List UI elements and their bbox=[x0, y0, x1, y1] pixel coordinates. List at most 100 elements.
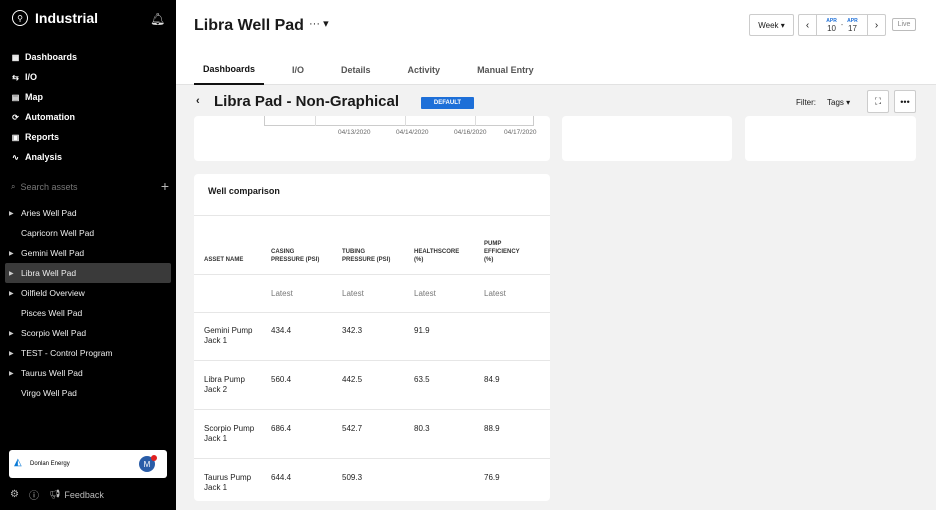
caret-right-icon[interactable]: ▶ bbox=[9, 210, 21, 217]
caret-right-icon[interactable]: ▶ bbox=[9, 250, 21, 257]
live-button[interactable]: Live bbox=[892, 18, 916, 31]
gear-icon[interactable]: ⚙ bbox=[10, 489, 19, 500]
dashboard-title[interactable]: Libra Pad - Non-Graphical bbox=[214, 93, 399, 110]
bell-icon[interactable]: 🔔︎ bbox=[150, 12, 165, 26]
asset-name-cell[interactable]: Taurus Pump Jack 1 bbox=[204, 473, 251, 493]
filter-label: Filter: bbox=[796, 98, 816, 107]
search-input[interactable] bbox=[20, 182, 141, 192]
column-header[interactable]: TUBING PRESSURE (PSI) bbox=[342, 248, 390, 264]
asset-item-libra[interactable]: ▶ Libra Well Pad bbox=[5, 263, 171, 283]
more-icon: ··· bbox=[309, 18, 320, 30]
tab-details[interactable]: Details bbox=[332, 55, 380, 85]
sidebar-footer: ⚙ ⓘ 📢︎ Feedback bbox=[10, 487, 104, 502]
default-badge: DEFAULT bbox=[421, 97, 474, 109]
date-end-day: 17 bbox=[848, 24, 857, 33]
well-comparison-card: Well comparison ASSET NAME CASING PRESSUR… bbox=[194, 174, 550, 501]
title-menu[interactable]: ··· ▾ bbox=[309, 17, 329, 30]
column-header[interactable]: PUMP EFFICIENCY (%) bbox=[484, 240, 520, 264]
asset-item-aries[interactable]: ▶ Aries Well Pad bbox=[5, 203, 171, 223]
caret-right-icon[interactable]: ▶ bbox=[9, 330, 21, 337]
tubing-cell: 442.5 bbox=[342, 375, 363, 384]
nav-item-analysis[interactable]: ∿ Analysis bbox=[11, 147, 77, 167]
aggregation-label: Latest bbox=[342, 289, 364, 298]
reports-icon: ▣ bbox=[11, 132, 20, 142]
column-header-line: (%) bbox=[414, 257, 424, 263]
chart-gridline bbox=[405, 116, 406, 126]
chevron-right-icon[interactable]: › bbox=[868, 15, 885, 35]
map-icon: ▤ bbox=[11, 92, 20, 102]
asset-name-line: Gemini Pump bbox=[204, 326, 253, 335]
asset-item-oilfield[interactable]: ▶ Oilfield Overview bbox=[5, 283, 171, 303]
io-icon: ⇆ bbox=[12, 72, 19, 82]
chart-gridline bbox=[475, 116, 476, 126]
tab-dashboards[interactable]: Dashboards bbox=[194, 55, 265, 85]
nav-item-dashboards[interactable]: ▦ Dashboards bbox=[11, 47, 77, 67]
column-header[interactable]: ASSET NAME bbox=[204, 256, 243, 264]
asset-tree: ▶ Aries Well Pad Capricorn Well Pad ▶ Gemi… bbox=[5, 203, 171, 403]
period-select[interactable]: Week ▾ bbox=[749, 14, 794, 36]
chevron-down-icon: ▾ bbox=[780, 20, 785, 30]
column-header[interactable]: HEALTHSCORE (%) bbox=[414, 248, 459, 264]
tab-io[interactable]: I/O bbox=[283, 55, 313, 85]
asset-item-virgo[interactable]: Virgo Well Pad bbox=[5, 383, 171, 403]
brand[interactable]: ⚲ Industrial bbox=[12, 10, 98, 26]
nav-item-io[interactable]: ⇆ I/O bbox=[11, 67, 77, 87]
caret-right-icon[interactable]: ▶ bbox=[9, 290, 21, 297]
asset-item-capricorn[interactable]: Capricorn Well Pad bbox=[5, 223, 171, 243]
tab-manual-entry[interactable]: Manual Entry bbox=[468, 55, 543, 85]
sidebar: ⚲ Industrial 🔔︎ ▦ Dashboards ⇆ I/O ▤ Map ⟳ A… bbox=[0, 0, 176, 510]
chevron-left-icon[interactable]: ‹ bbox=[799, 15, 816, 35]
org-switcher[interactable]: ◭ Donlan Energy M bbox=[9, 450, 167, 478]
date-start-day: 10 bbox=[827, 24, 836, 33]
asset-item-gemini[interactable]: ▶ Gemini Well Pad bbox=[5, 243, 171, 263]
asset-name-cell[interactable]: Gemini Pump Jack 1 bbox=[204, 326, 252, 346]
chevron-left-icon[interactable]: ‹ bbox=[196, 95, 200, 107]
fullscreen-button[interactable]: ⛶ bbox=[867, 90, 889, 113]
caret-right-icon[interactable]: ▶ bbox=[9, 370, 21, 377]
asset-name-line: Jack 2 bbox=[204, 385, 228, 394]
asset-name-line: Taurus Pump bbox=[204, 473, 252, 482]
caret-right-icon[interactable]: ▶ bbox=[9, 350, 21, 357]
tubing-cell: 542.7 bbox=[342, 424, 363, 433]
add-icon[interactable]: + bbox=[161, 179, 169, 193]
asset-name-cell[interactable]: Scorpio Pump Jack 1 bbox=[204, 424, 254, 444]
asset-item-test[interactable]: ▶ TEST - Control Program bbox=[5, 343, 171, 363]
column-header-line: TUBING bbox=[342, 249, 365, 255]
asset-item-taurus[interactable]: ▶ Taurus Well Pad bbox=[5, 363, 171, 383]
fullscreen-icon: ⛶ bbox=[874, 96, 882, 106]
nav-item-reports[interactable]: ▣ Reports bbox=[11, 127, 77, 147]
more-button[interactable]: ••• bbox=[894, 90, 916, 113]
divider bbox=[194, 409, 550, 410]
date-range[interactable]: APR 10 - APR 17 bbox=[816, 15, 868, 35]
x-tick-label: 04/17/2020 bbox=[504, 129, 537, 136]
asset-name-line: Libra Pump bbox=[204, 375, 245, 384]
tubing-cell: 509.3 bbox=[342, 473, 363, 482]
caret-right-icon[interactable]: ▶ bbox=[9, 270, 21, 277]
x-tick-label: 04/14/2020 bbox=[396, 129, 429, 136]
widget-card bbox=[745, 116, 916, 161]
asset-item-pisces[interactable]: Pisces Well Pad bbox=[5, 303, 171, 323]
asset-item-scorpio[interactable]: ▶ Scorpio Well Pad bbox=[5, 323, 171, 343]
brand-logo-icon: ⚲ bbox=[12, 10, 28, 26]
divider bbox=[194, 312, 550, 313]
nav-item-map[interactable]: ▤ Map bbox=[11, 87, 77, 107]
asset-item-label: TEST - Control Program bbox=[21, 348, 113, 358]
feedback-link[interactable]: Feedback bbox=[64, 490, 104, 500]
nav-item-label: Analysis bbox=[25, 152, 63, 162]
asset-name-cell[interactable]: Libra Pump Jack 2 bbox=[204, 375, 245, 395]
aggregation-label: Latest bbox=[484, 289, 506, 298]
more-icon: ••• bbox=[900, 96, 910, 107]
page-title: Libra Well Pad bbox=[194, 17, 304, 34]
date-range-nav: ‹ APR 10 - APR 17 › bbox=[798, 14, 886, 36]
help-icon[interactable]: ⓘ bbox=[29, 487, 39, 502]
pump-efficiency-cell: 88.9 bbox=[484, 424, 500, 433]
tags-select[interactable]: Tags ▾ bbox=[827, 98, 850, 107]
column-header[interactable]: CASING PRESSURE (PSI) bbox=[271, 248, 319, 264]
page-header: Libra Well Pad ··· ▾ Week ▾ ‹ APR 10 - AP… bbox=[176, 0, 936, 85]
asset-item-label: Gemini Well Pad bbox=[21, 248, 85, 258]
tab-activity[interactable]: Activity bbox=[399, 55, 450, 85]
column-header-line: CASING bbox=[271, 249, 295, 255]
nav-item-automation[interactable]: ⟳ Automation bbox=[11, 107, 77, 127]
divider bbox=[194, 458, 550, 459]
period-select-label: Week bbox=[758, 20, 779, 30]
